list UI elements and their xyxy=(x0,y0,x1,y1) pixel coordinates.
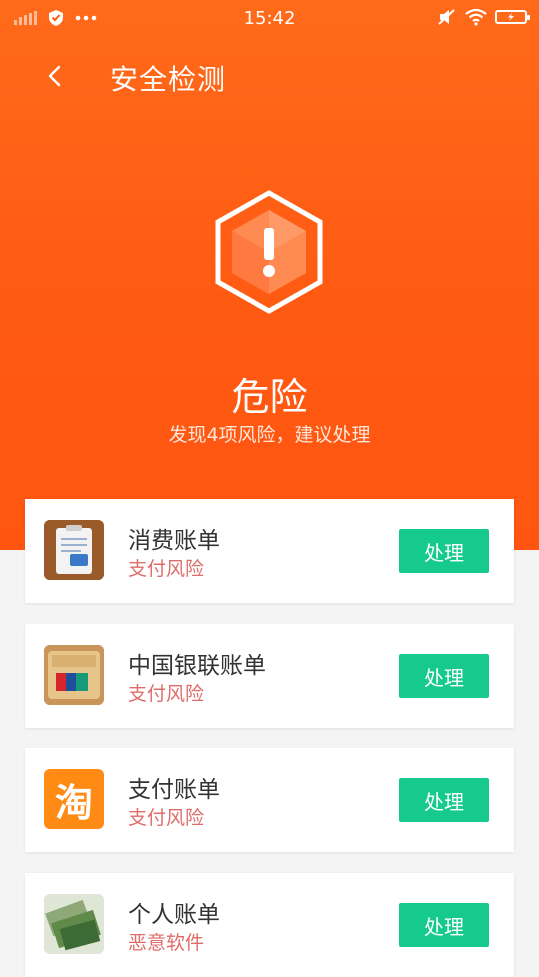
status-bar: 15:42 xyxy=(0,0,539,36)
risk-type: 支付风险 xyxy=(128,807,205,829)
risk-status-title: 危险 xyxy=(231,375,308,419)
risk-summary-text: 发现4项风险，建议处理 xyxy=(168,424,371,446)
warning-hexagon-icon xyxy=(215,190,323,314)
risk-item: 个人账单 恶意软件 处理 xyxy=(25,873,514,977)
handle-button[interactable]: 处理 xyxy=(399,529,489,573)
risk-type: 恶意软件 xyxy=(128,932,205,954)
back-button[interactable] xyxy=(38,58,74,94)
mute-icon xyxy=(438,9,455,25)
status-right xyxy=(437,8,530,26)
wifi-icon xyxy=(465,8,487,26)
app-name: 消费账单 xyxy=(128,528,220,554)
unionpay-app-icon xyxy=(44,645,104,705)
top-bar: 安全检测 xyxy=(0,48,539,104)
risk-type: 支付风险 xyxy=(128,683,205,705)
app-name: 支付账单 xyxy=(128,777,220,803)
handle-button[interactable]: 处理 xyxy=(399,654,489,698)
handle-button[interactable]: 处理 xyxy=(399,903,489,947)
risk-item: 消费账单 支付风险 处理 xyxy=(25,499,514,603)
app-name: 个人账单 xyxy=(128,902,220,928)
money-app-icon xyxy=(44,894,104,954)
taobao-app-icon: 淘 xyxy=(44,769,104,829)
risk-item: 淘 支付账单 支付风险 处理 xyxy=(25,748,514,852)
bill-app-icon xyxy=(44,520,104,580)
battery-icon xyxy=(495,10,530,24)
risk-type: 支付风险 xyxy=(128,558,205,580)
app-name: 中国银联账单 xyxy=(128,653,266,679)
handle-button[interactable]: 处理 xyxy=(399,778,489,822)
page-title: 安全检测 xyxy=(110,63,227,96)
chevron-left-icon xyxy=(48,65,61,87)
taobao-glyph: 淘 xyxy=(54,780,93,825)
risk-item: 中国银联账单 支付风险 处理 xyxy=(25,624,514,728)
